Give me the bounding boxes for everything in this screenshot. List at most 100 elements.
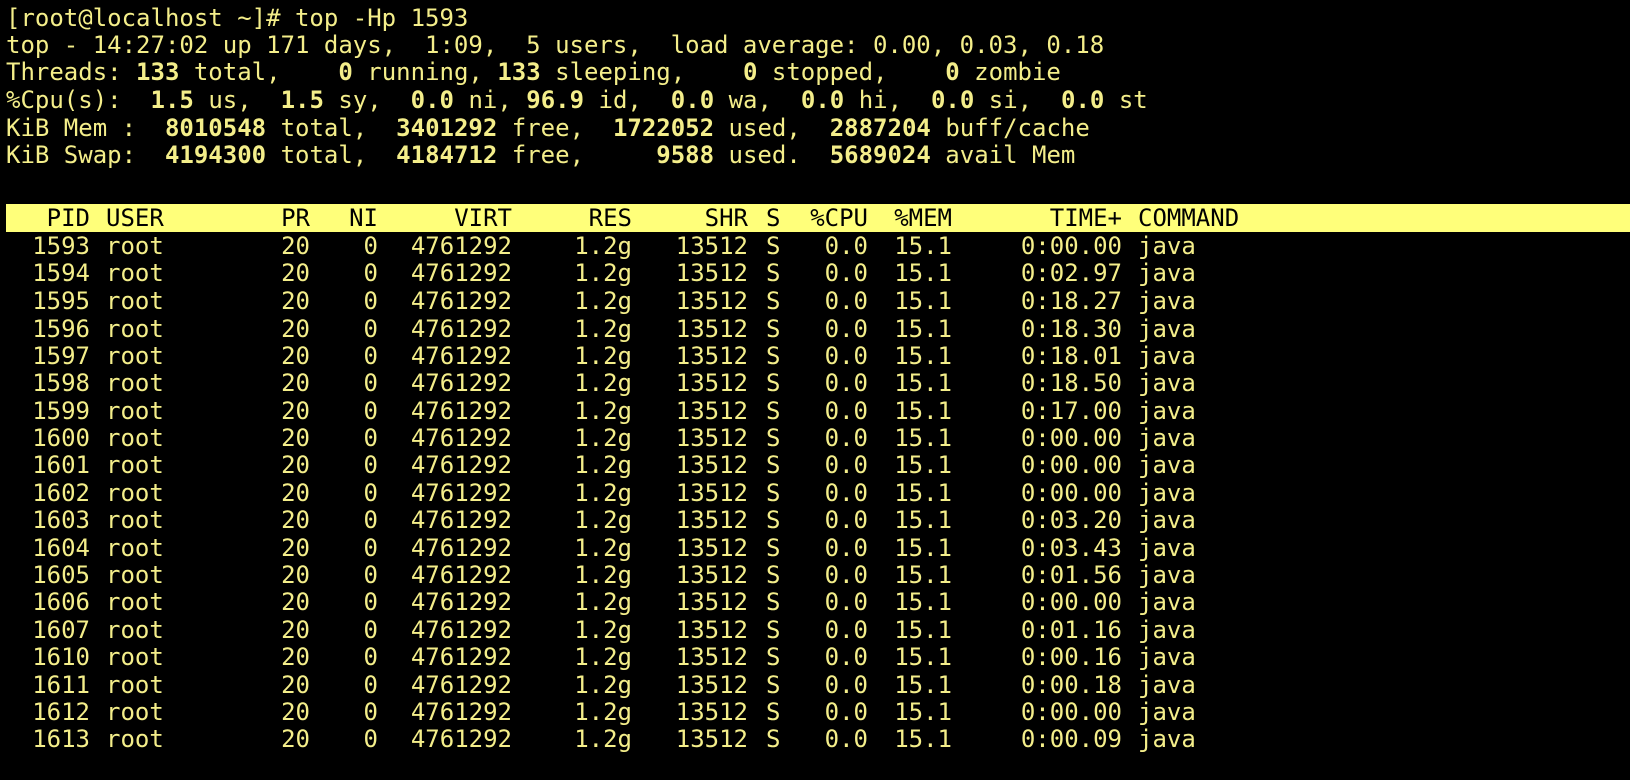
table-row[interactable]: 1593 root 20 0 4761292 1.2g 13512 S 0.0 … <box>0 232 1630 260</box>
table-row[interactable]: 1613 root 20 0 4761292 1.2g 13512 S 0.0 … <box>0 725 1630 753</box>
mem-cell: 15.1 <box>894 534 952 562</box>
cpu-cell: 0.0 <box>824 287 868 315</box>
res-cell: 1.2g <box>574 369 632 397</box>
ni-cell: 0 <box>363 561 378 589</box>
cpu-cell: 0.0 <box>824 588 868 616</box>
command-cell: java <box>1138 616 1196 644</box>
mem-buff-cache: 2887204 <box>829 114 931 142</box>
time-cell: 0:02.97 <box>1020 259 1122 287</box>
res-cell: 1.2g <box>574 315 632 343</box>
pid-cell: 1601 <box>32 451 90 479</box>
table-row[interactable]: 1605 root 20 0 4761292 1.2g 13512 S 0.0 … <box>0 561 1630 589</box>
virt-cell: 4761292 <box>410 534 512 562</box>
user-cell: root <box>106 561 164 589</box>
virt-cell: 4761292 <box>410 725 512 753</box>
user-cell: root <box>106 369 164 397</box>
command-cell: java <box>1138 561 1196 589</box>
command-cell: java <box>1138 315 1196 343</box>
ni-cell: 0 <box>363 397 378 425</box>
cpu-st: 0.0 <box>1061 86 1105 114</box>
swap-line: KiB Swap: 4194300 total, 4184712 free, 9… <box>6 141 1076 169</box>
shr-cell: 13512 <box>675 671 748 699</box>
time-cell: 0:00.00 <box>1020 424 1122 452</box>
table-row[interactable]: 1597 root 20 0 4761292 1.2g 13512 S 0.0 … <box>0 342 1630 370</box>
state-cell: S <box>766 588 781 616</box>
command-cell: java <box>1138 725 1196 753</box>
cpu-cell: 0.0 <box>824 451 868 479</box>
command-cell: java <box>1138 588 1196 616</box>
pr-cell: 20 <box>281 342 310 370</box>
table-row[interactable]: 1598 root 20 0 4761292 1.2g 13512 S 0.0 … <box>0 369 1630 397</box>
cpu-us: 1.5 <box>150 86 194 114</box>
col-header-command: COMMAND <box>1138 204 1240 232</box>
table-row[interactable]: 1602 root 20 0 4761292 1.2g 13512 S 0.0 … <box>0 479 1630 507</box>
res-cell: 1.2g <box>574 698 632 726</box>
ni-cell: 0 <box>363 342 378 370</box>
user-cell: root <box>106 315 164 343</box>
pid-cell: 1602 <box>32 479 90 507</box>
shell-prompt: [root@localhost ~]# <box>6 4 295 32</box>
table-row[interactable]: 1604 root 20 0 4761292 1.2g 13512 S 0.0 … <box>0 534 1630 562</box>
cpu-cell: 0.0 <box>824 369 868 397</box>
uptime-line: top - 14:27:02 up 171 days, 1:09, 5 user… <box>6 31 1105 59</box>
pr-cell: 20 <box>281 725 310 753</box>
table-row[interactable]: 1595 root 20 0 4761292 1.2g 13512 S 0.0 … <box>0 287 1630 315</box>
command-line[interactable]: [root@localhost ~]# top -Hp 1593 <box>6 4 468 32</box>
pr-cell: 20 <box>281 561 310 589</box>
state-cell: S <box>766 451 781 479</box>
virt-cell: 4761292 <box>410 397 512 425</box>
mem-cell: 15.1 <box>894 397 952 425</box>
res-cell: 1.2g <box>574 397 632 425</box>
mem-total: 8010548 <box>164 114 267 142</box>
pid-cell: 1597 <box>32 342 90 370</box>
pid-cell: 1613 <box>32 725 90 753</box>
col-header-mem: %MEM <box>894 204 952 232</box>
shr-cell: 13512 <box>675 232 748 260</box>
table-row[interactable]: 1606 root 20 0 4761292 1.2g 13512 S 0.0 … <box>0 588 1630 616</box>
time-cell: 0:01.16 <box>1020 616 1122 644</box>
virt-cell: 4761292 <box>410 616 512 644</box>
time-cell: 0:18.30 <box>1020 315 1122 343</box>
command-cell: java <box>1138 259 1196 287</box>
table-row[interactable]: 1610 root 20 0 4761292 1.2g 13512 S 0.0 … <box>0 643 1630 671</box>
virt-cell: 4761292 <box>410 287 512 315</box>
pid-cell: 1607 <box>32 616 90 644</box>
res-cell: 1.2g <box>574 534 632 562</box>
user-cell: root <box>106 616 164 644</box>
state-cell: S <box>766 424 781 452</box>
table-row[interactable]: 1594 root 20 0 4761292 1.2g 13512 S 0.0 … <box>0 259 1630 287</box>
pid-cell: 1605 <box>32 561 90 589</box>
pr-cell: 20 <box>281 698 310 726</box>
res-cell: 1.2g <box>574 561 632 589</box>
res-cell: 1.2g <box>574 616 632 644</box>
cpu-cell: 0.0 <box>824 397 868 425</box>
state-cell: S <box>766 698 781 726</box>
table-row[interactable]: 1607 root 20 0 4761292 1.2g 13512 S 0.0 … <box>0 616 1630 644</box>
time-cell: 0:00.09 <box>1020 725 1122 753</box>
col-header-pid: PID <box>46 204 90 232</box>
table-row[interactable]: 1603 root 20 0 4761292 1.2g 13512 S 0.0 … <box>0 506 1630 534</box>
user-cell: root <box>106 451 164 479</box>
table-row[interactable]: 1596 root 20 0 4761292 1.2g 13512 S 0.0 … <box>0 315 1630 343</box>
cpu-cell: 0.0 <box>824 342 868 370</box>
cpu-cell: 0.0 <box>824 725 868 753</box>
pid-cell: 1594 <box>32 259 90 287</box>
shr-cell: 13512 <box>675 725 748 753</box>
command-cell: java <box>1138 287 1196 315</box>
shr-cell: 13512 <box>675 698 748 726</box>
table-row[interactable]: 1600 root 20 0 4761292 1.2g 13512 S 0.0 … <box>0 424 1630 452</box>
ni-cell: 0 <box>363 698 378 726</box>
table-row[interactable]: 1612 root 20 0 4761292 1.2g 13512 S 0.0 … <box>0 698 1630 726</box>
time-cell: 0:00.18 <box>1020 671 1122 699</box>
shr-cell: 13512 <box>675 424 748 452</box>
user-cell: root <box>106 342 164 370</box>
shr-cell: 13512 <box>675 287 748 315</box>
virt-cell: 4761292 <box>410 342 512 370</box>
table-row[interactable]: 1601 root 20 0 4761292 1.2g 13512 S 0.0 … <box>0 451 1630 479</box>
table-row[interactable]: 1599 root 20 0 4761292 1.2g 13512 S 0.0 … <box>0 397 1630 425</box>
res-cell: 1.2g <box>574 479 632 507</box>
command-cell: java <box>1138 534 1196 562</box>
swap-used: 9588 <box>656 141 715 169</box>
ni-cell: 0 <box>363 506 378 534</box>
table-row[interactable]: 1611 root 20 0 4761292 1.2g 13512 S 0.0 … <box>0 671 1630 699</box>
